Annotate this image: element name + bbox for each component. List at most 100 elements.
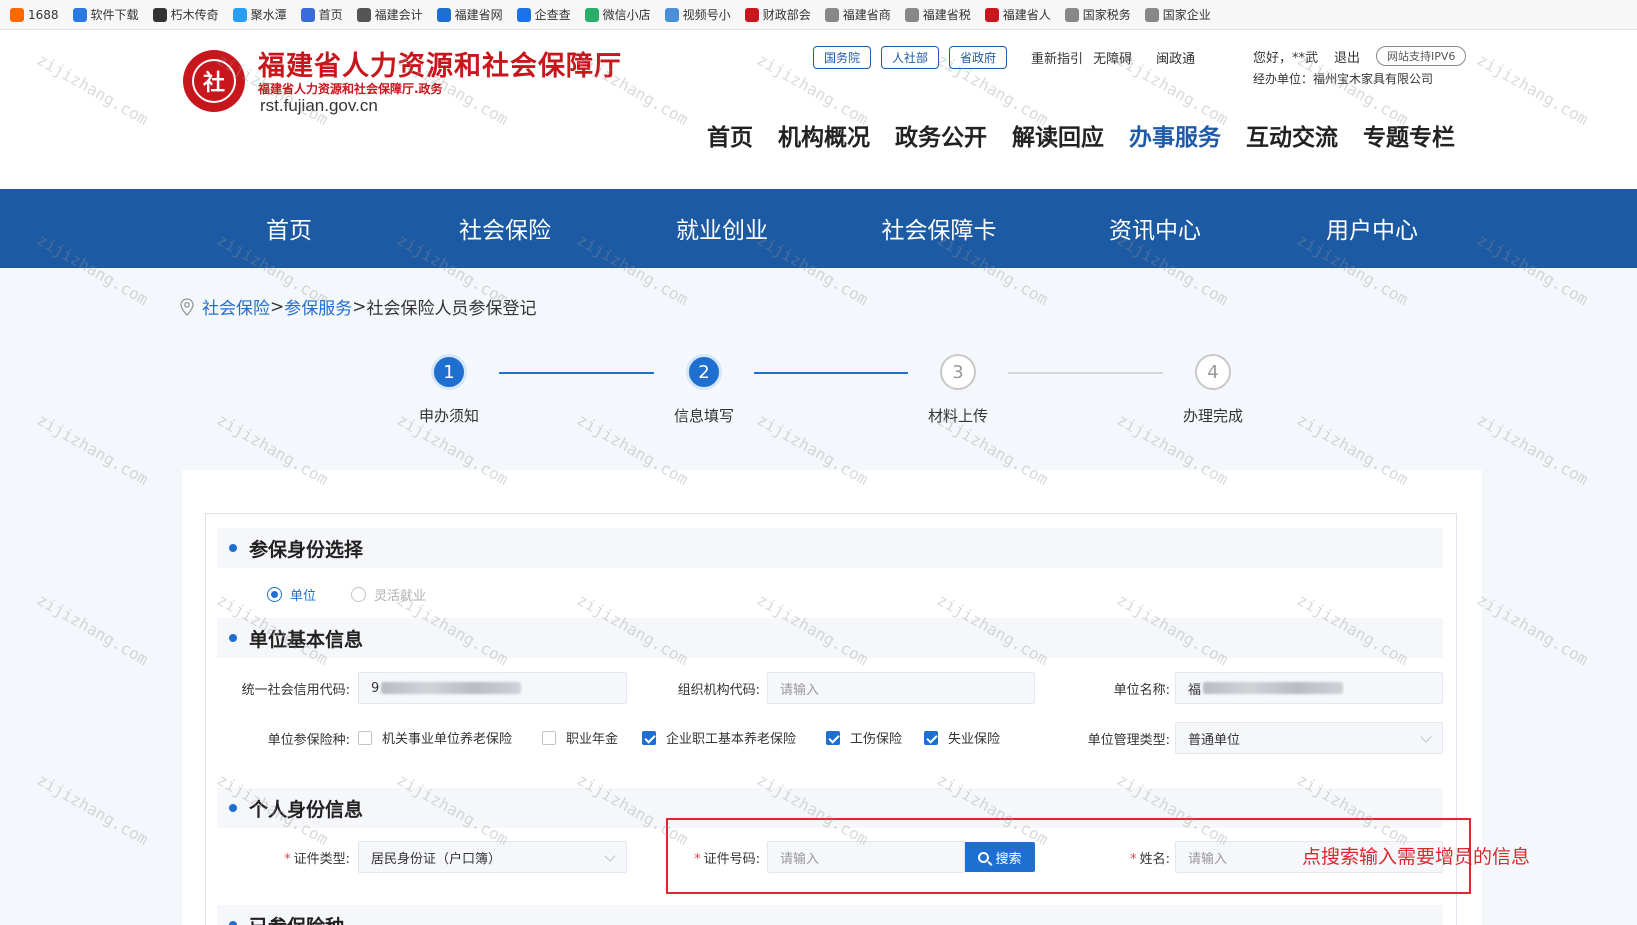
- qcc-icon: [516, 7, 531, 22]
- bookmark-item[interactable]: 软件下载: [72, 6, 139, 23]
- section-title: 已参保险种: [249, 912, 344, 925]
- secondary-nav-item[interactable]: 就业创业: [676, 211, 768, 245]
- insurance-checkbox[interactable]: 机关事业单位养老保险: [358, 728, 512, 747]
- bookmark-label: 福建省人: [1002, 8, 1051, 22]
- redacted-value: [381, 682, 522, 694]
- bookmark-item[interactable]: 视频号小: [664, 6, 731, 23]
- secondary-nav-item[interactable]: 用户中心: [1326, 211, 1418, 245]
- main-nav-item[interactable]: 专题专栏: [1363, 118, 1455, 152]
- link-minzhengtong[interactable]: 闽政通: [1156, 48, 1195, 67]
- secondary-nav-item[interactable]: 首页: [266, 211, 312, 245]
- bullet-dot: [229, 544, 237, 552]
- site-header: 社 福建省人力资源和社会保障厅 福建省人力资源和社会保障厅.政务 rst.fuj…: [0, 30, 1637, 189]
- section-unit: 单位基本信息: [217, 618, 1443, 658]
- bookmark-label: 微信小店: [602, 8, 651, 22]
- radio-unit[interactable]: 单位: [267, 585, 316, 604]
- credit-code-prefix: 9: [371, 680, 380, 696]
- main-nav-item[interactable]: 首页: [707, 118, 753, 152]
- emblem-icon[interactable]: 社: [183, 50, 245, 112]
- main-nav-item[interactable]: 政务公开: [895, 118, 987, 152]
- bookmark-label: 福建省税: [922, 8, 971, 22]
- checkbox-box: [924, 730, 938, 745]
- site-subtitle: 福建省人力资源和社会保障厅.政务: [258, 82, 443, 96]
- site-title[interactable]: 福建省人力资源和社会保障厅: [258, 44, 622, 83]
- breadcrumb: 社会保险 > 参保服务 > 社会保险人员参保登记: [180, 294, 537, 319]
- bookmark-item[interactable]: 朽木传奇: [152, 6, 219, 23]
- secondary-nav-item[interactable]: 资讯中心: [1109, 211, 1201, 245]
- bookmark-item[interactable]: 国家税务: [1064, 6, 1131, 23]
- org-line: 经办单位：福州宝木家具有限公司: [1253, 72, 1434, 86]
- bullet-dot: [229, 804, 237, 812]
- bookmark-item[interactable]: 聚水潭: [232, 6, 287, 23]
- insurance-checkbox[interactable]: 失业保险: [924, 728, 1000, 747]
- bookmark-item[interactable]: 国家企业: [1144, 6, 1211, 23]
- tag-shengzhengfu[interactable]: 省政府: [949, 46, 1008, 69]
- link-accessibility[interactable]: 无障碍: [1093, 48, 1132, 67]
- bullet-dot: [229, 634, 237, 642]
- tag-renshebu[interactable]: 人社部: [881, 46, 940, 69]
- insurance-checkbox[interactable]: 企业职工基本养老保险: [642, 728, 796, 747]
- bookmark-item[interactable]: 福建省网: [436, 6, 503, 23]
- link-reguide[interactable]: 重新指引: [1031, 48, 1083, 67]
- bookmark-item[interactable]: 首页: [300, 6, 343, 23]
- step-connector: [1008, 372, 1163, 374]
- mgmt-type-label: 单位管理类型:: [1087, 733, 1170, 748]
- watermark-text: zijizhang.com: [33, 409, 152, 490]
- globe-icon: [1064, 7, 1079, 22]
- secondary-nav-item[interactable]: 社会保险: [459, 211, 551, 245]
- checkbox-box: [358, 730, 372, 745]
- bookmark-item[interactable]: 福建省人: [984, 6, 1051, 23]
- org-code-field[interactable]: 请输入: [767, 672, 1035, 704]
- bookmark-label: 福建会计: [374, 8, 423, 22]
- checkbox-box: [642, 730, 656, 745]
- bookmark-item[interactable]: 福建会计: [356, 6, 423, 23]
- bookmark-label: 软件下载: [90, 8, 139, 22]
- logout-link[interactable]: 退出: [1334, 47, 1360, 66]
- seal-char: 社: [192, 59, 236, 103]
- main-nav-item[interactable]: 机构概况: [778, 118, 870, 152]
- breadcrumb-enroll-service[interactable]: 参保服务: [284, 294, 352, 319]
- bookmark-item[interactable]: 福建省商: [824, 6, 891, 23]
- step-2-label: 信息填写: [673, 407, 734, 425]
- org-code-label: 组织机构代码:: [677, 683, 760, 698]
- insurance-checkbox[interactable]: 工伤保险: [826, 728, 902, 747]
- main-nav-item[interactable]: 互动交流: [1246, 118, 1338, 152]
- watermark-text: zijizhang.com: [1473, 589, 1592, 670]
- checkbox-box: [542, 730, 556, 745]
- unit-name-field[interactable]: 福: [1175, 672, 1443, 704]
- bookmark-item[interactable]: 1688: [10, 7, 59, 22]
- section-title: 参保身份选择: [249, 538, 364, 561]
- main-nav-item[interactable]: 解读回应: [1012, 118, 1104, 152]
- bookmark-item[interactable]: 微信小店: [584, 6, 651, 23]
- watermark-text: zijizhang.com: [1473, 409, 1592, 490]
- globe-icon: [1144, 7, 1159, 22]
- radio-flexible[interactable]: 灵活就业: [351, 585, 426, 604]
- insurance-checkbox[interactable]: 职业年金: [542, 728, 618, 747]
- radio-dot: [351, 587, 366, 602]
- step-connector: [499, 372, 654, 374]
- mgmt-type-select[interactable]: 普通单位: [1175, 722, 1443, 754]
- credit-code-label: 统一社会信用代码:: [241, 683, 350, 698]
- user-greeting: 您好，**武: [1253, 50, 1319, 66]
- cert-type-select[interactable]: 居民身份证（户口簿）: [358, 841, 627, 873]
- bookmark-item[interactable]: 企查查: [516, 6, 571, 23]
- user-area: 您好，**武 退出 网站支持IPV6 经办单位：福州宝木家具有限公司: [1253, 46, 1467, 87]
- credit-code-field[interactable]: 9: [358, 672, 627, 704]
- 1688-icon: [10, 7, 24, 22]
- breadcrumb-social-insurance[interactable]: 社会保险: [202, 294, 270, 319]
- drop-icon: [232, 7, 247, 22]
- secondary-nav-item[interactable]: 社会保障卡: [882, 211, 997, 245]
- chart-icon: [356, 7, 371, 22]
- tag-guowuyuan[interactable]: 国务院: [813, 46, 872, 69]
- wechat-icon: [584, 7, 599, 22]
- step-3-label: 材料上传: [927, 407, 988, 425]
- bookmark-item[interactable]: 福建省税: [904, 6, 971, 23]
- checkbox-box: [826, 730, 840, 745]
- bookmark-item[interactable]: 财政部会: [744, 6, 811, 23]
- emblem-icon: [984, 7, 999, 22]
- section-identity: 参保身份选择: [217, 528, 1443, 568]
- bookmarks-bar: 1688 软件下载 朽木传奇 聚水潭 首页 福建会计 福建省网 企查查 微信小店 视频号小 财政部会…: [0, 0, 1637, 30]
- bookmark-label: 首页: [318, 8, 343, 22]
- main-nav-item[interactable]: 办事服务: [1129, 118, 1221, 152]
- step-1-label: 申办须知: [418, 407, 479, 425]
